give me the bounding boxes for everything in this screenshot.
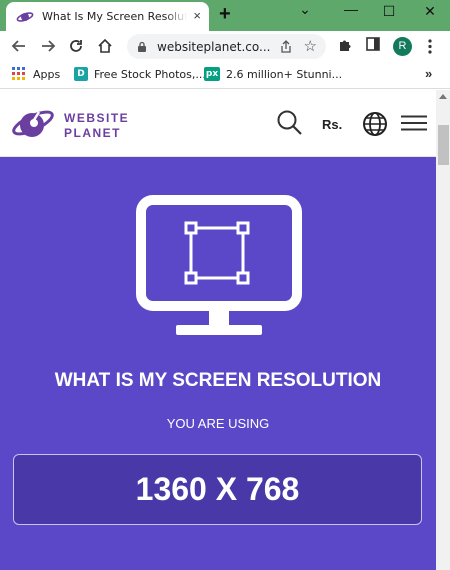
profile-avatar[interactable]: R — [393, 37, 412, 56]
bookmark-star-icon[interactable]: ☆ — [304, 37, 317, 55]
share-icon[interactable] — [279, 40, 293, 54]
apps-grid-icon — [12, 67, 25, 80]
page-subtitle: YOU ARE USING — [166, 416, 270, 431]
browser-tab-active[interactable]: What Is My Screen Resolution × — [6, 2, 209, 31]
reload-icon — [70, 40, 82, 52]
bookmark-label: Free Stock Photos,... — [94, 67, 206, 81]
hamburger-menu-icon[interactable] — [401, 115, 427, 131]
bookmark-label: Apps — [33, 67, 61, 81]
website-planet-logo[interactable] — [10, 106, 56, 142]
back-button[interactable] — [9, 36, 29, 56]
side-panel-icon[interactable] — [366, 37, 380, 51]
back-arrow-icon — [11, 40, 25, 52]
bookmarks-bar: Apps D Free Stock Photos,... px 2.6 mill… — [0, 61, 450, 89]
lock-icon — [138, 41, 146, 52]
page-viewport: WEBSITE PLANET Rs. WHAT IS MY SCREEN RES… — [0, 90, 436, 570]
page-title: WHAT IS MY SCREEN RESOLUTION — [54, 370, 382, 391]
logo-wordmark[interactable]: WEBSITE PLANET — [64, 111, 129, 141]
bookmarks-overflow-icon[interactable]: » — [425, 66, 432, 81]
globe-language-icon[interactable] — [362, 111, 388, 137]
home-button[interactable] — [95, 36, 115, 56]
new-tab-button[interactable]: + — [219, 3, 231, 25]
bookmark-apps[interactable]: Apps — [12, 67, 60, 81]
forward-arrow-icon — [42, 40, 56, 52]
search-icon[interactable] — [277, 110, 303, 136]
forward-button[interactable] — [38, 36, 58, 56]
address-url: websiteplanet.co... — [157, 39, 271, 54]
logo-line2: PLANET — [64, 126, 121, 140]
site-header: WEBSITE PLANET Rs. — [0, 90, 436, 157]
resolution-display: 1360 X 768 — [13, 454, 422, 525]
scrollbar-thumb[interactable] — [438, 125, 449, 165]
logo-line1: WEBSITE — [64, 111, 130, 125]
tab-close-icon[interactable]: × — [193, 9, 201, 23]
resolution-value: 1360 X 768 — [135, 471, 300, 507]
home-icon — [98, 38, 112, 53]
tab-title: What Is My Screen Resolution — [42, 10, 187, 23]
scroll-up-arrow-icon[interactable] — [439, 94, 447, 99]
tab-strip: What Is My Screen Resolution × + ⌄ — ☐ ✕ — [0, 0, 450, 31]
extensions-puzzle-icon[interactable] — [338, 37, 353, 52]
bookmark-label: 2.6 million+ Stunni... — [226, 67, 343, 81]
d-icon: D — [74, 67, 88, 81]
website-planet-favicon — [16, 11, 34, 22]
resolution-hero: WHAT IS MY SCREEN RESOLUTION YOU ARE USI… — [0, 157, 436, 570]
px-icon: px — [204, 67, 220, 81]
bookmark-free-stock-photos[interactable]: D Free Stock Photos,... — [74, 67, 206, 81]
browser-menu-icon[interactable] — [427, 39, 433, 55]
bookmark-stunning-photos[interactable]: px 2.6 million+ Stunni... — [204, 67, 342, 81]
browser-toolbar: websiteplanet.co... ☆ R — [0, 31, 450, 61]
currency-selector[interactable]: Rs. — [322, 117, 342, 132]
reload-button[interactable] — [66, 36, 86, 56]
address-bar[interactable]: websiteplanet.co... ☆ — [127, 34, 326, 59]
monitor-icon — [136, 195, 302, 335]
